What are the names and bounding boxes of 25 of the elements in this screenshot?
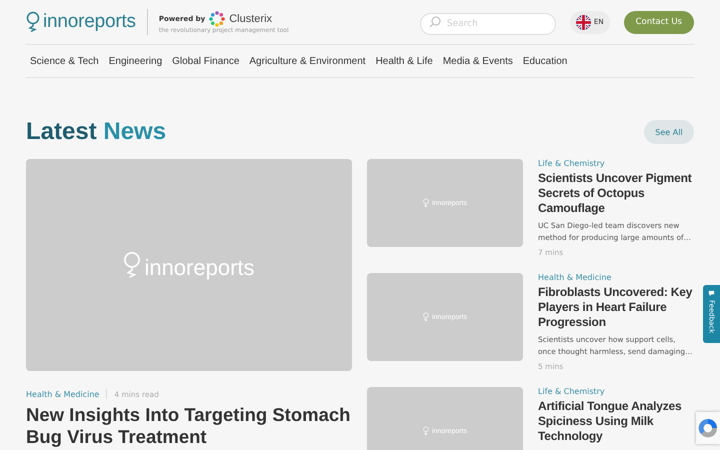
lightbulb-icon <box>123 250 142 280</box>
search-icon <box>428 16 441 28</box>
site-logo[interactable]: innoreports <box>43 11 136 33</box>
partner-logo[interactable]: Clusterix <box>229 12 272 24</box>
article-title[interactable]: New Insights Into Targeting Stomach Bug Virus Treatment <box>26 404 352 448</box>
lightbulb-icon <box>422 198 429 208</box>
article-title[interactable]: Fibroblasts Uncovered: Key Players in Heart Failure Progression <box>538 285 694 330</box>
recaptcha-icon <box>697 417 719 439</box>
nav-link[interactable]: Agriculture & Environment <box>249 56 366 66</box>
article-title[interactable]: Scientists Uncover Pigment Secrets of Octopus Camouflage <box>538 171 694 216</box>
see-all-button[interactable]: See All <box>644 120 694 144</box>
flag-icon <box>576 14 591 30</box>
lightbulb-icon <box>422 312 429 322</box>
recaptcha-badge[interactable] <box>696 412 720 444</box>
nav-link[interactable]: Health & Life <box>376 56 433 66</box>
lightbulb-icon <box>422 426 429 436</box>
nav-link[interactable]: Media & Events <box>442 56 513 66</box>
nav-link[interactable]: Science & Tech <box>30 56 99 66</box>
section-title: Latest News <box>26 118 166 146</box>
ring-of-dots-icon <box>209 10 226 26</box>
article-title[interactable]: Artificial Tongue Analyzes Spiciness Using Milk Technology <box>538 399 694 444</box>
nav-link[interactable]: Global Finance <box>172 56 240 66</box>
nav-link[interactable]: Education <box>522 56 568 66</box>
lightbulb-icon <box>26 11 40 33</box>
nav-link[interactable]: Engineering <box>108 56 162 66</box>
